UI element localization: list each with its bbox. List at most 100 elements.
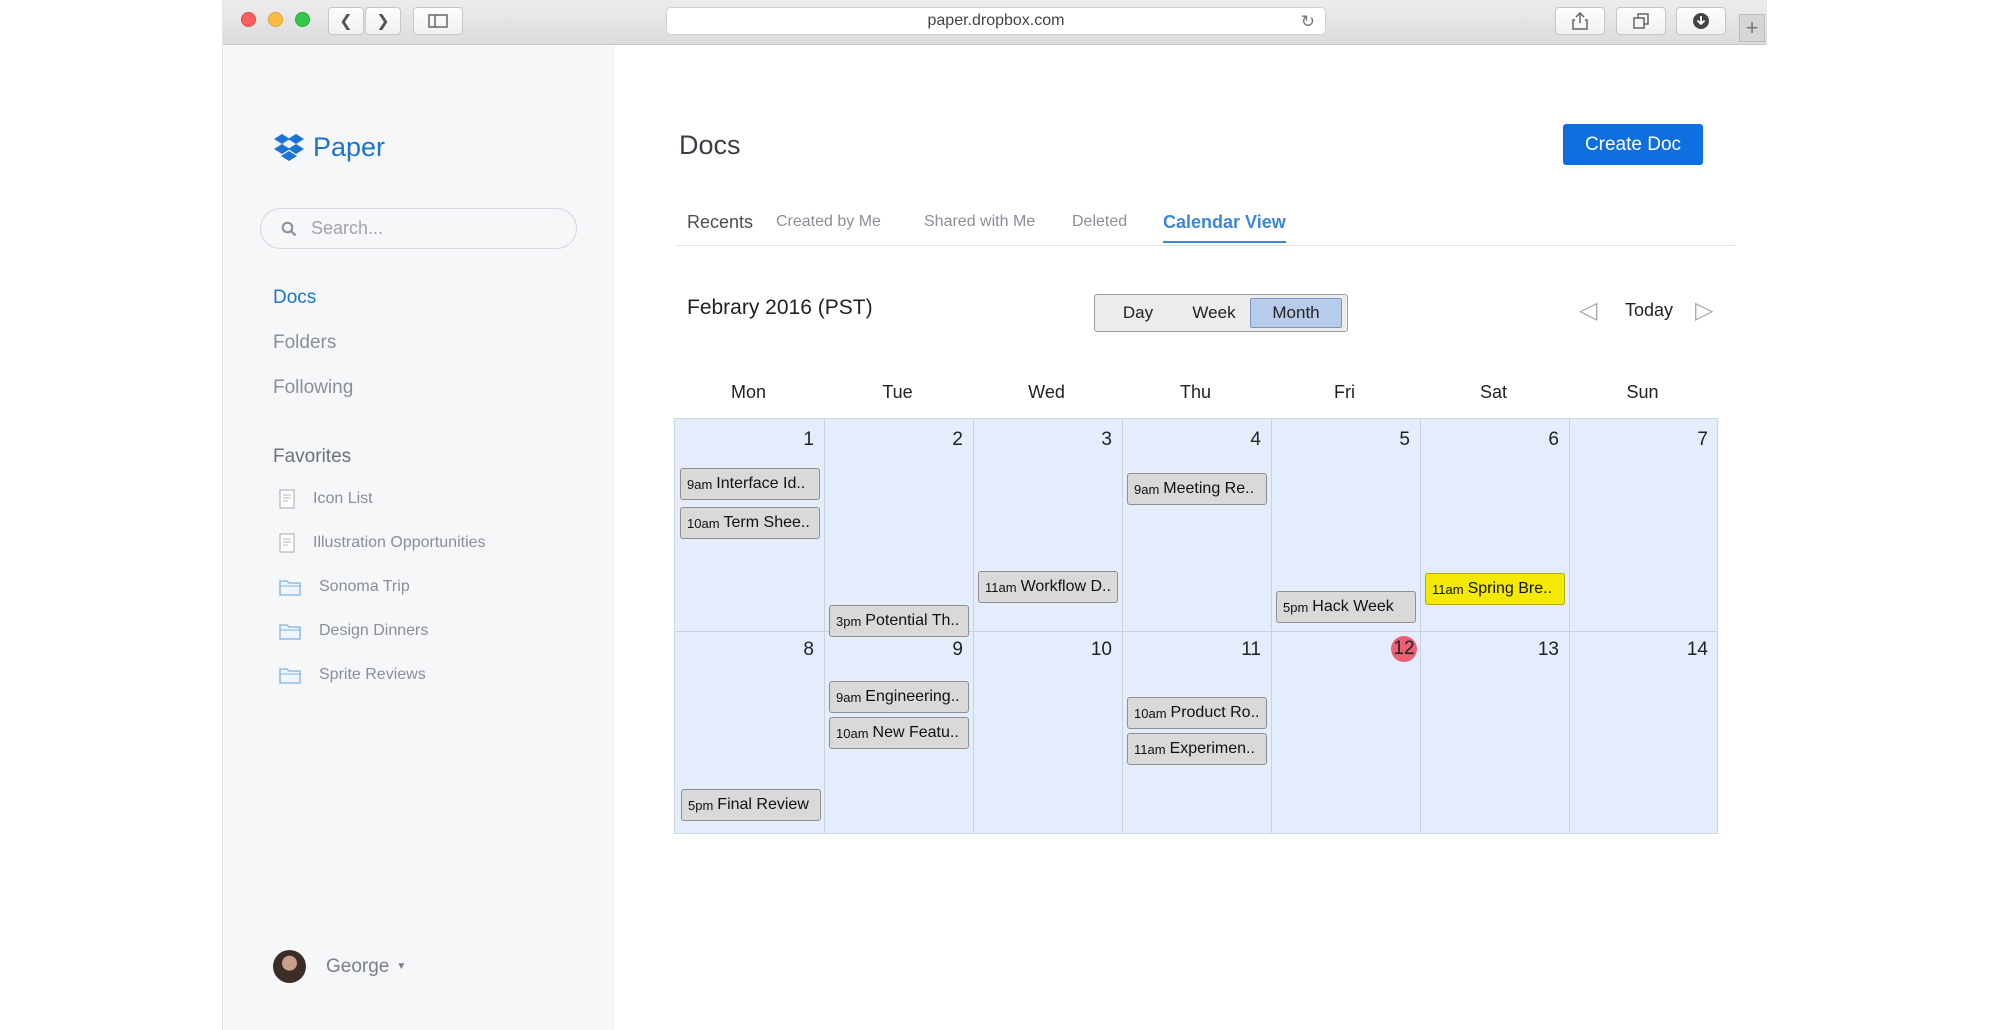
event-time: 3pm xyxy=(836,613,862,629)
folder-icon xyxy=(279,624,301,640)
browser-toolbar: ❮ ❯ paper.dropbox.com ↻ + xyxy=(223,0,1766,45)
favorite-item-sprite-reviews[interactable]: Sprite Reviews xyxy=(279,662,426,688)
calendar-event-highlighted[interactable]: 11am Spring Bre.. xyxy=(1425,573,1565,605)
sidebar-toggle-button[interactable] xyxy=(413,7,463,35)
back-button[interactable]: ❮ xyxy=(328,7,364,35)
today-date-badge: 12 xyxy=(1391,636,1417,662)
next-arrow-icon[interactable]: ▷ xyxy=(1695,296,1713,325)
dropbox-icon xyxy=(274,133,304,161)
calendar-event[interactable]: 5pm Final Review xyxy=(681,789,821,821)
view-day-button[interactable]: Day xyxy=(1098,298,1178,328)
share-button[interactable] xyxy=(1555,7,1605,35)
today-button[interactable]: Today xyxy=(1625,300,1673,321)
tab-shared-with-me[interactable]: Shared with Me xyxy=(924,213,1035,231)
folder-icon xyxy=(279,668,301,684)
event-time: 9am xyxy=(687,476,713,492)
document-icon xyxy=(279,489,295,509)
event-title: Experimen.. xyxy=(1169,740,1255,757)
day-number: 3 xyxy=(1101,429,1112,450)
event-title: Product Ro.. xyxy=(1170,704,1260,721)
day-number: 8 xyxy=(803,639,814,660)
calendar-event[interactable]: 9am Engineering.. xyxy=(829,681,969,713)
chevron-right-icon: ❯ xyxy=(376,13,390,30)
calendar-event[interactable]: 11am Workflow D.. xyxy=(978,571,1118,603)
sidebar-item-docs[interactable]: Docs xyxy=(273,287,316,309)
tab-deleted[interactable]: Deleted xyxy=(1072,213,1127,231)
event-time: 11am xyxy=(1432,581,1464,597)
calendar-event[interactable]: 11am Experimen.. xyxy=(1127,733,1267,765)
event-title: Engineering.. xyxy=(865,688,960,705)
address-bar[interactable]: paper.dropbox.com ↻ xyxy=(666,7,1326,35)
view-switcher: Day Week Month xyxy=(1094,294,1348,332)
day-number: 5 xyxy=(1399,429,1410,450)
grid-divider xyxy=(1420,419,1421,833)
search-icon xyxy=(281,221,297,236)
caret-down-icon: ▼ xyxy=(396,961,407,972)
day-number: 2 xyxy=(952,429,963,450)
minimize-window-button[interactable] xyxy=(268,12,283,27)
grid-divider xyxy=(1122,419,1123,833)
favorite-item-illustration-opportunities[interactable]: Illustration Opportunities xyxy=(279,530,486,556)
favorites-heading: Favorites xyxy=(273,446,352,467)
tabs-overview-button[interactable] xyxy=(1616,7,1666,35)
view-month-button[interactable]: Month xyxy=(1250,298,1342,328)
calendar-event[interactable]: 10am Product Ro.. xyxy=(1127,697,1267,729)
day-number: 4 xyxy=(1250,429,1261,450)
day-number: 14 xyxy=(1686,639,1708,660)
calendar-event[interactable]: 10am New Featu.. xyxy=(829,717,969,749)
search-box[interactable] xyxy=(260,208,577,249)
view-week-button[interactable]: Week xyxy=(1178,298,1250,328)
day-number: 6 xyxy=(1548,429,1559,450)
avatar xyxy=(273,950,306,983)
paper-logo[interactable]: Paper xyxy=(273,132,385,163)
tab-bar: Recents Created by Me Shared with Me Del… xyxy=(677,206,1735,246)
weekday-header: Wed xyxy=(1028,382,1065,402)
browser-window: ❮ ❯ paper.dropbox.com ↻ + Paper Search..… xyxy=(222,0,1767,1030)
calendar-month-title: Febrary 2016 (PST) xyxy=(687,296,873,319)
favorite-item-design-dinners[interactable]: Design Dinners xyxy=(279,618,428,644)
calendar-event[interactable]: 9am Interface Id.. xyxy=(680,468,820,500)
tab-created-by-me[interactable]: Created by Me xyxy=(776,213,881,231)
maximize-window-button[interactable] xyxy=(295,12,310,27)
event-title: Workflow D.. xyxy=(1020,578,1111,595)
forward-button[interactable]: ❯ xyxy=(365,7,401,35)
calendar-event[interactable]: 5pm Hack Week xyxy=(1276,591,1416,623)
calendar-event[interactable]: 9am Meeting Re.. xyxy=(1127,473,1267,505)
favorite-label: Sprite Reviews xyxy=(319,666,426,683)
favorite-label: Icon List xyxy=(313,490,373,507)
close-window-button[interactable] xyxy=(241,12,256,27)
sidebar-item-folders[interactable]: Folders xyxy=(273,332,336,354)
calendar-event[interactable]: 3pm Potential Th.. xyxy=(829,605,969,637)
plus-icon: + xyxy=(1745,15,1759,40)
sidebar-item-following[interactable]: Following xyxy=(273,377,353,399)
main-content: Docs Create Doc Recents Created by Me Sh… xyxy=(615,46,1767,1030)
event-time: 5pm xyxy=(1283,599,1309,615)
search-input[interactable] xyxy=(311,218,551,239)
calendar-event[interactable]: 10am Term Shee.. xyxy=(680,507,820,539)
weekday-header: Sat xyxy=(1479,382,1508,402)
share-icon xyxy=(1572,12,1588,30)
user-menu[interactable]: George ▼ xyxy=(273,950,406,983)
weekday-header: Sun xyxy=(1626,382,1659,402)
event-time: 11am xyxy=(985,579,1017,595)
downloads-button[interactable] xyxy=(1676,7,1726,35)
previous-arrow-icon[interactable]: ◁ xyxy=(1579,296,1597,325)
page-title: Docs xyxy=(679,130,741,160)
calendar-grid[interactable]: 1 2 3 4 5 6 7 8 9 10 11 12 13 14 9am Inte… xyxy=(674,418,1718,834)
weekday-header: Thu xyxy=(1179,382,1212,402)
tab-calendar-view[interactable]: Calendar View xyxy=(1163,212,1286,243)
tab-recents[interactable]: Recents xyxy=(687,212,753,233)
event-time: 5pm xyxy=(688,797,714,813)
weekday-header: Tue xyxy=(882,382,913,402)
reload-icon[interactable]: ↻ xyxy=(1301,12,1315,32)
favorite-item-sonoma-trip[interactable]: Sonoma Trip xyxy=(279,574,410,600)
event-title: Potential Th.. xyxy=(865,612,960,629)
favorite-item-icon-list[interactable]: Icon List xyxy=(279,486,373,512)
day-number: 9 xyxy=(952,639,963,660)
new-tab-button[interactable]: + xyxy=(1739,14,1765,42)
day-number: 13 xyxy=(1537,639,1559,660)
create-doc-button[interactable]: Create Doc xyxy=(1563,124,1703,165)
grid-divider xyxy=(1271,419,1272,833)
folder-icon xyxy=(279,580,301,596)
event-title: Interface Id.. xyxy=(716,475,806,492)
